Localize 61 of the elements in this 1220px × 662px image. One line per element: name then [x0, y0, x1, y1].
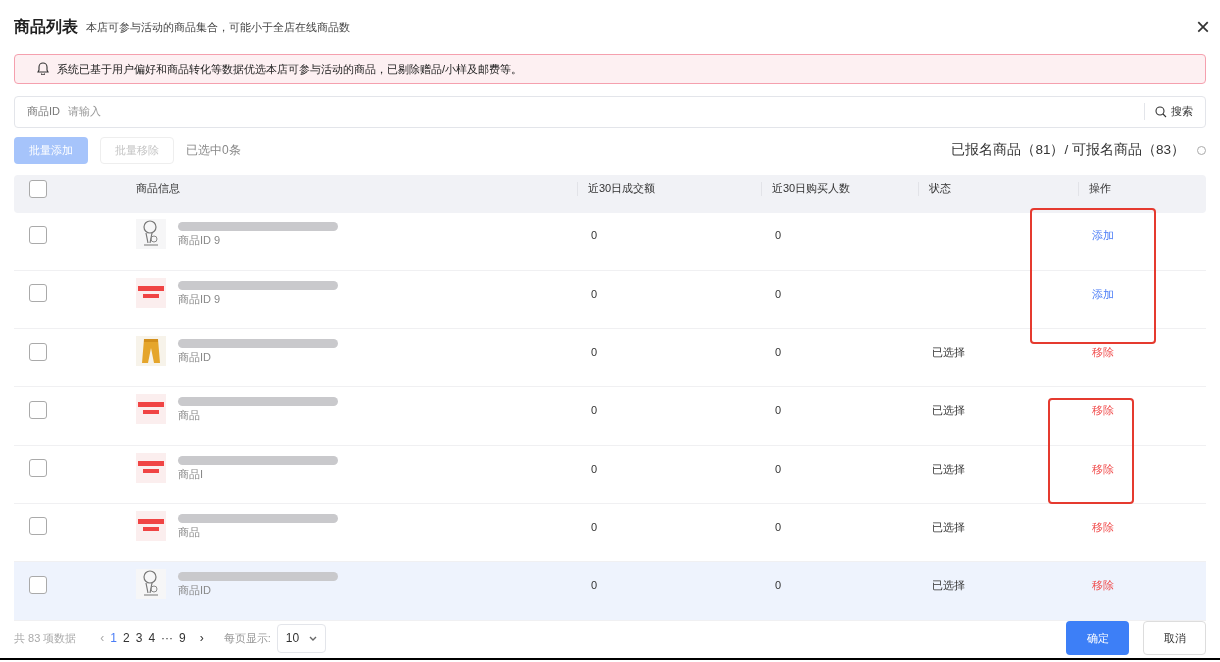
table-cell: 0 [775, 520, 782, 533]
product-id: 商品ID 9 [178, 293, 222, 305]
dialog-title: 商品列表 [14, 16, 78, 37]
table-cell: 已选择 [932, 404, 965, 417]
product-id: 商品ID [178, 585, 212, 597]
selected-count: 已选中0条 [186, 142, 241, 159]
table-cell: 0 [775, 229, 782, 242]
table-cell: 0 [775, 287, 782, 300]
page-link[interactable]: ··· [161, 629, 174, 648]
page-link[interactable]: 2 [123, 629, 130, 648]
total-count: 共 83 项数据 [14, 631, 77, 647]
notice-text: 系统已基于用户偏好和商品转化等数据优选本店可参与活动的商品，已剔除赠品/小样及邮费等。 [57, 61, 523, 77]
table-cell: 0 [775, 579, 782, 592]
cancel-button[interactable]: 取消 [1143, 621, 1206, 656]
table-cell: 0 [591, 287, 598, 300]
table-cell: 0 [775, 346, 782, 358]
column-header: 近30日成交额 [588, 181, 656, 197]
table-cell: 0 [591, 229, 598, 242]
column-header: 商品信息 [136, 181, 180, 197]
table-cell: 0 [591, 520, 598, 533]
page-size-label: 每页显示: [223, 631, 271, 647]
table-cell: 0 [591, 579, 598, 592]
page-link[interactable]: 4 [148, 629, 156, 648]
product-id: 商品 [178, 526, 201, 538]
previous-page-button[interactable]: ‹ [100, 629, 105, 648]
add-link[interactable]: 添加 [1092, 287, 1114, 300]
column-header: 近30日购买人数 [772, 181, 851, 197]
search-field[interactable]: 商品ID 请输入 搜索 [14, 95, 1206, 128]
search-button[interactable]: 搜索 [1144, 103, 1193, 120]
product-id: 商品ID 9 [178, 235, 222, 247]
column-header: 操作 [1089, 181, 1111, 197]
dialog-subtitle: 本店可参与活动的商品集合，可能小于全店在线商品数 [86, 19, 350, 35]
product-id: 商品I [178, 468, 205, 480]
field-label: 商品ID [27, 104, 60, 120]
table-cell: 已选择 [932, 520, 965, 533]
table-cell: 0 [591, 462, 598, 475]
next-page-button[interactable]: › [199, 629, 204, 648]
confirm-button[interactable]: 确定 [1066, 621, 1129, 656]
page-link[interactable]: 9 [179, 629, 186, 648]
close-button[interactable]: × [1196, 14, 1210, 39]
remove-link[interactable]: 移除 [1092, 520, 1114, 533]
search-input[interactable]: 请输入 [68, 103, 1144, 120]
table-cell: 0 [775, 404, 782, 417]
table-cell: 0 [591, 404, 598, 417]
remove-link[interactable]: 移除 [1092, 346, 1114, 358]
table-cell: 已选择 [932, 462, 965, 475]
table-cell: 0 [775, 462, 782, 475]
page-link[interactable]: 1 [110, 629, 118, 648]
page-link[interactable]: 3 [135, 629, 143, 648]
table-cell: 0 [591, 346, 598, 358]
remove-link[interactable]: 移除 [1092, 462, 1114, 475]
add-link[interactable]: 添加 [1092, 229, 1114, 242]
table-cell: 已选择 [932, 579, 965, 592]
registration-summary: 已报名商品（81）/ 可报名商品（83） [951, 140, 1185, 159]
column-header: 状态 [929, 181, 951, 197]
page-size-select[interactable]: 10 [276, 623, 326, 653]
remove-link[interactable]: 移除 [1092, 404, 1114, 417]
product-id: 商品 [178, 410, 201, 422]
table-cell: 已选择 [932, 346, 965, 358]
product-id: 商品ID [178, 352, 212, 363]
remove-link[interactable]: 移除 [1092, 579, 1114, 592]
